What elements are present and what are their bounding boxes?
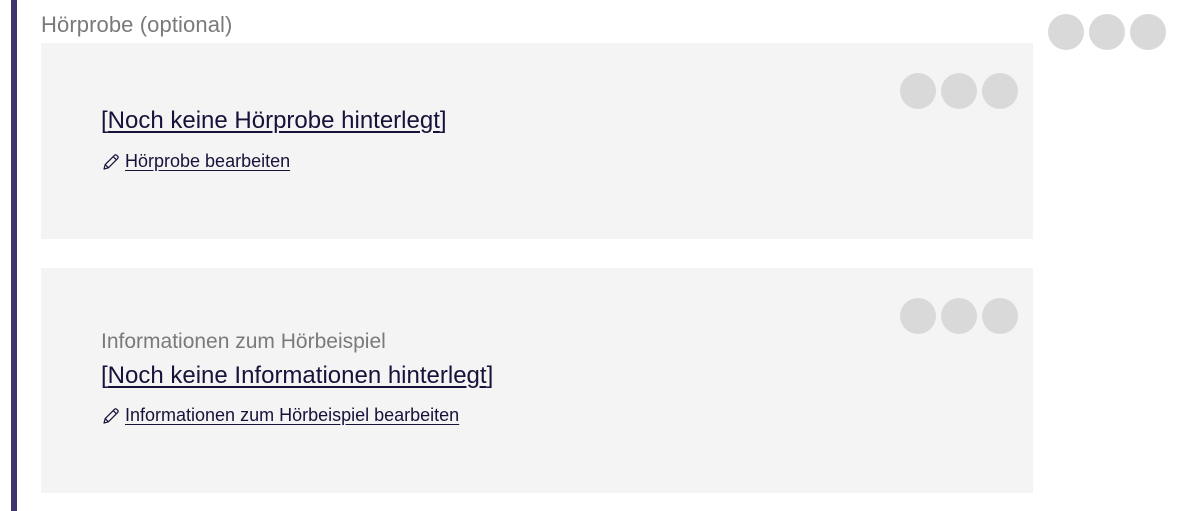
audio-placeholder-text: Noch keine Hörprobe hinterlegt: [107, 107, 440, 134]
edit-info-link[interactable]: Informationen zum Hörbeispiel bearbeiten: [101, 405, 459, 426]
bracket-close: ]: [486, 362, 494, 389]
info-card-action-dot-3[interactable]: [982, 298, 1018, 334]
audio-card-action-dot-3[interactable]: [982, 73, 1018, 109]
audio-placeholder-link[interactable]: [Noch keine Hörprobe hinterlegt]: [101, 107, 447, 135]
bracket-close: ]: [439, 107, 447, 134]
left-accent-bar: [11, 0, 17, 511]
pencil-icon: [103, 153, 119, 170]
audio-info-card: Informationen zum Hörbeispiel [Noch kein…: [41, 268, 1033, 493]
pencil-icon: [103, 407, 119, 424]
info-card-action-dot-1[interactable]: [900, 298, 936, 334]
audio-card-actions: [900, 73, 1018, 109]
section-actions: [1048, 14, 1166, 50]
info-heading: Informationen zum Hörbeispiel: [101, 330, 386, 353]
audio-sample-card: [Noch keine Hörprobe hinterlegt] Hörprob…: [41, 43, 1033, 239]
edit-audio-label: Hörprobe bearbeiten: [125, 151, 291, 171]
info-card-action-dot-2[interactable]: [941, 298, 977, 334]
bracket-open: [: [101, 107, 108, 134]
info-card-actions: [900, 298, 1018, 334]
edit-audio-link[interactable]: Hörprobe bearbeiten: [101, 151, 290, 172]
audio-card-action-dot-2[interactable]: [941, 73, 977, 109]
info-placeholder-link[interactable]: [Noch keine Informationen hinterlegt]: [101, 362, 493, 390]
section-title: Hörprobe (optional): [41, 12, 233, 37]
hoerprobe-section: Hörprobe (optional) [Noch keine Hörprobe…: [0, 0, 1182, 511]
section-action-dot-2[interactable]: [1089, 14, 1125, 50]
edit-info-label: Informationen zum Hörbeispiel bearbeiten: [125, 405, 460, 425]
section-action-dot-3[interactable]: [1130, 14, 1166, 50]
bracket-open: [: [101, 362, 108, 389]
audio-card-action-dot-1[interactable]: [900, 73, 936, 109]
info-placeholder-text: Noch keine Informationen hinterlegt: [107, 362, 487, 389]
section-action-dot-1[interactable]: [1048, 14, 1084, 50]
